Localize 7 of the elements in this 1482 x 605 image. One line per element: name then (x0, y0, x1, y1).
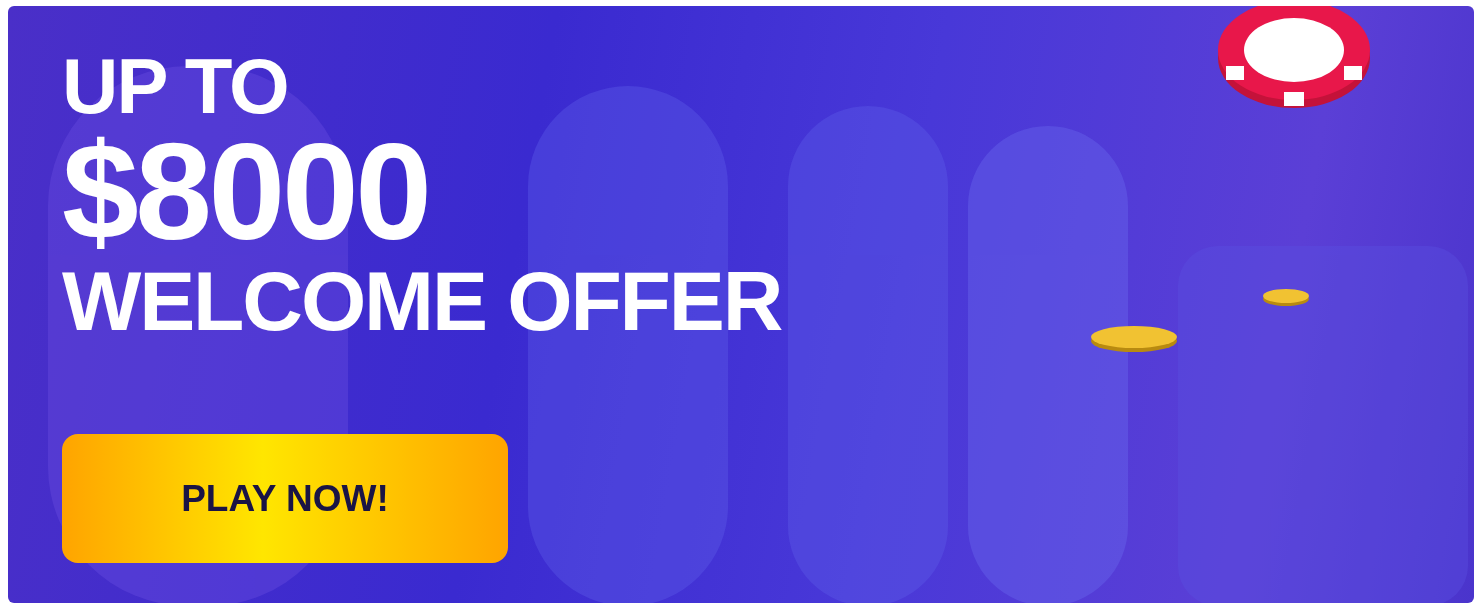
headline-text: WELCOME OFFER (62, 256, 782, 346)
coin-icon (1090, 325, 1178, 353)
coin-icon (1262, 287, 1310, 307)
headline-text: $8000 (62, 126, 429, 256)
play-now-button[interactable]: PLAY NOW! (62, 434, 508, 563)
headline-text: UP TO (62, 46, 288, 126)
poker-chip-icon (1216, 6, 1372, 110)
